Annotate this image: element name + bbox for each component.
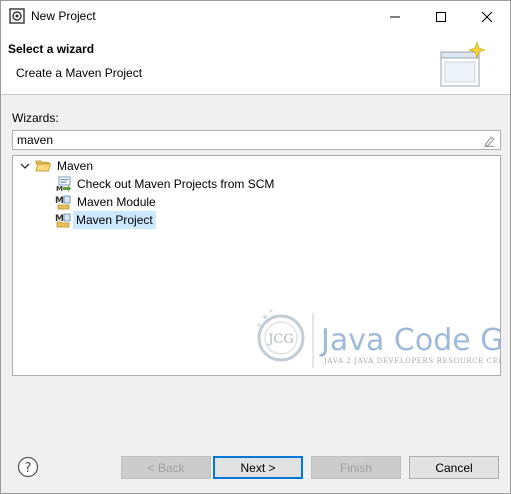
watermark-title: Java Code Geeks <box>321 323 500 358</box>
close-button[interactable] <box>464 1 510 32</box>
help-icon[interactable]: ? <box>17 456 39 478</box>
minimize-button[interactable] <box>372 1 418 32</box>
jcg-logo-icon: JCG <box>257 309 314 368</box>
tree-item-label-selected: Maven Project <box>73 211 156 229</box>
jcg-watermark: JCG Java Code Geeks JAVA 2 JAVA DEVELOPE… <box>251 303 500 373</box>
wizard-filter-box[interactable] <box>12 130 501 150</box>
svg-text:M: M <box>56 185 63 192</box>
title-bar: New Project <box>1 1 510 32</box>
close-icon <box>481 11 493 22</box>
tree-node-label: Maven <box>57 159 94 173</box>
jcg-logo-text: JCG <box>266 332 294 347</box>
maven-module-icon: M <box>55 195 71 210</box>
watermark-subtitle: JAVA 2 JAVA DEVELOPERS RESOURCE CENTER <box>324 357 500 365</box>
maximize-icon <box>436 11 446 22</box>
window-title: New Project <box>31 9 96 23</box>
maven-scm-icon: M <box>56 176 71 192</box>
chevron-down-icon[interactable] <box>19 160 31 172</box>
eclipse-app-icon <box>9 8 25 24</box>
banner-title: Select a wizard <box>8 42 95 56</box>
svg-text:M: M <box>55 196 64 206</box>
tree-item-label: Maven Module <box>77 195 156 209</box>
next-button[interactable]: Next > <box>213 456 303 479</box>
wizards-label: Wizards: <box>12 111 59 125</box>
maven-project-icon: M <box>55 213 71 228</box>
back-button[interactable]: < Back <box>121 456 211 479</box>
new-project-dialog: New Project Select a wizard Create a Mav… <box>0 0 511 494</box>
wizard-tree[interactable]: JCG Java Code Geeks JAVA 2 JAVA DEVELOPE… <box>12 155 501 376</box>
cancel-button[interactable]: Cancel <box>409 456 499 479</box>
clear-filter-icon[interactable] <box>482 134 496 148</box>
svg-text:?: ? <box>25 461 32 476</box>
banner-description: Create a Maven Project <box>16 66 143 80</box>
tree-item-label: Check out Maven Projects from SCM <box>77 177 275 191</box>
wizard-filter-input[interactable] <box>17 132 477 148</box>
wizard-banner: Select a wizard Create a Maven Project <box>1 32 510 95</box>
new-wizard-banner-icon <box>439 41 487 92</box>
folder-open-icon <box>35 160 51 172</box>
minimize-icon <box>390 16 400 17</box>
finish-button[interactable]: Finish <box>311 456 401 479</box>
maximize-button[interactable] <box>418 1 464 32</box>
